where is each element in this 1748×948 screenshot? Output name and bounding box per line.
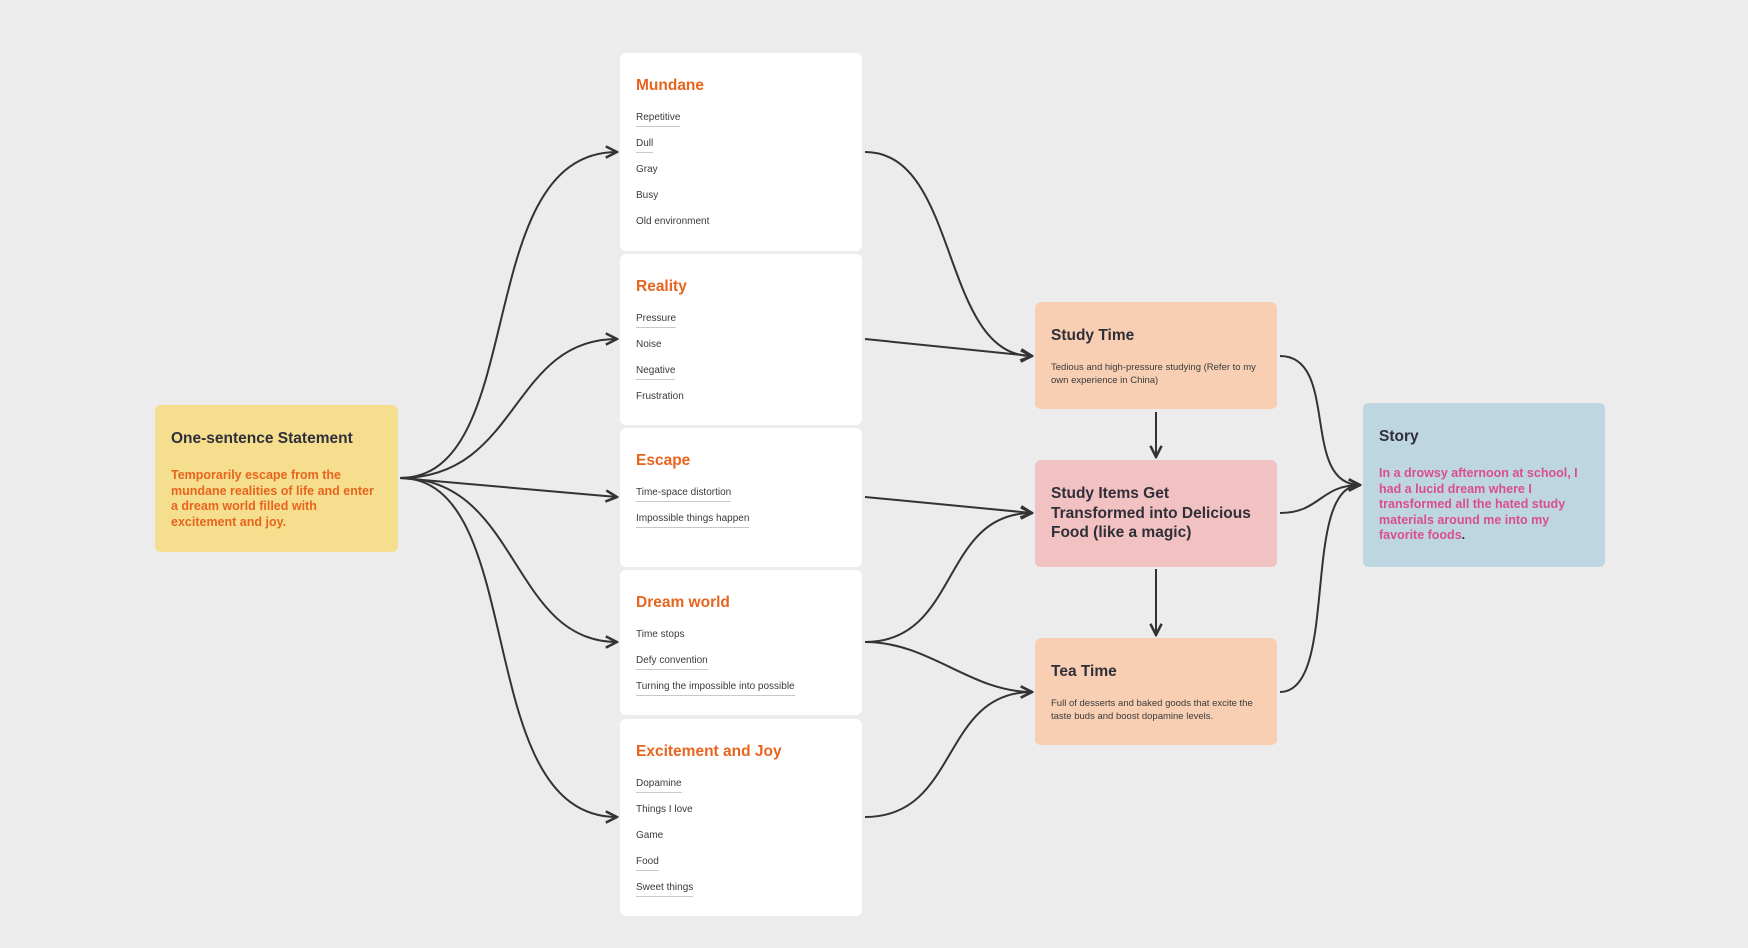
category-card-dream-world[interactable]: Dream world Time stops Defy convention T… xyxy=(620,570,862,715)
category-item: Dopamine xyxy=(636,778,682,793)
story-period: . xyxy=(1461,528,1466,542)
category-item: Gray xyxy=(636,164,658,175)
flow-node-study-items-transformed[interactable]: Study Items Get Transformed into Delicio… xyxy=(1035,460,1277,567)
edge-dream-transform xyxy=(864,513,1032,643)
category-item: Game xyxy=(636,830,664,841)
statement-node[interactable]: One-sentence Statement Temporarily escap… xyxy=(155,405,398,552)
edge-statement-dream xyxy=(399,477,617,642)
category-title: Escape xyxy=(636,452,691,469)
category-card-excitement-and-joy[interactable]: Excitement and Joy Dopamine Things I lov… xyxy=(620,719,862,916)
story-node[interactable]: Story In a drowsy afternoon at school, I… xyxy=(1363,403,1605,567)
category-item: Things I love xyxy=(636,804,693,815)
edge-mundane-studytime xyxy=(864,151,1032,356)
edge-statement-escape xyxy=(399,477,617,497)
edge-statement-excitement xyxy=(399,477,617,817)
category-title: Dream world xyxy=(636,594,730,611)
edge-escape-transform xyxy=(864,496,1032,513)
statement-body: Temporarily escape from the mundane real… xyxy=(171,468,374,529)
flow-title: Tea Time xyxy=(1051,663,1117,680)
edge-teatime-story xyxy=(1279,485,1360,693)
category-item: Impossible things happen xyxy=(636,513,750,528)
category-item: Frustration xyxy=(636,391,684,402)
flow-title: Study Time xyxy=(1051,327,1135,344)
category-item: Dull xyxy=(636,138,654,153)
category-item: Noise xyxy=(636,339,662,350)
edge-studytime-story xyxy=(1279,355,1360,485)
edge-transform-story xyxy=(1279,485,1360,514)
flow-body: Full of desserts and baked goods that ex… xyxy=(1051,698,1253,722)
category-card-escape[interactable]: Escape Time-space distortion Impossible … xyxy=(620,428,862,567)
category-item: Time stops xyxy=(636,629,685,640)
edge-dream-teatime xyxy=(864,641,1032,692)
category-title: Excitement and Joy xyxy=(636,743,782,760)
category-item: Defy convention xyxy=(636,655,708,670)
flow-node-tea-time[interactable]: Tea Time Full of desserts and baked good… xyxy=(1035,638,1277,745)
category-item: Sweet things xyxy=(636,882,694,897)
category-item: Pressure xyxy=(636,313,677,328)
category-item: Busy xyxy=(636,190,659,201)
story-title: Story xyxy=(1379,428,1419,445)
flow-node-study-time[interactable]: Study Time Tedious and high-pressure stu… xyxy=(1035,302,1277,409)
story-text: In a drowsy afternoon at school, I had a… xyxy=(1379,466,1578,542)
category-item: Turning the impossible into possible xyxy=(636,681,795,696)
category-item: Time-space distortion xyxy=(636,487,732,502)
edge-statement-reality xyxy=(399,339,617,479)
edge-excitement-teatime xyxy=(864,692,1032,818)
category-item: Negative xyxy=(636,365,676,380)
flow-body: Tedious and high-pressure studying (Refe… xyxy=(1051,362,1256,386)
category-title: Mundane xyxy=(636,77,705,94)
category-item: Repetitive xyxy=(636,112,681,127)
category-item: Old environment xyxy=(636,216,710,227)
story-body: In a drowsy afternoon at school, I had a… xyxy=(1379,466,1589,544)
category-title: Reality xyxy=(636,278,687,295)
category-card-mundane[interactable]: Mundane Repetitive Dull Gray Busy Old en… xyxy=(620,53,862,251)
edge-reality-studytime xyxy=(864,338,1032,356)
statement-title: One-sentence Statement xyxy=(171,430,353,447)
category-card-reality[interactable]: Reality Pressure Noise Negative Frustrat… xyxy=(620,254,862,425)
flow-title: Study Items Get Transformed into Delicio… xyxy=(1051,485,1251,541)
edge-statement-mundane xyxy=(399,152,617,479)
category-item: Food xyxy=(636,856,659,871)
